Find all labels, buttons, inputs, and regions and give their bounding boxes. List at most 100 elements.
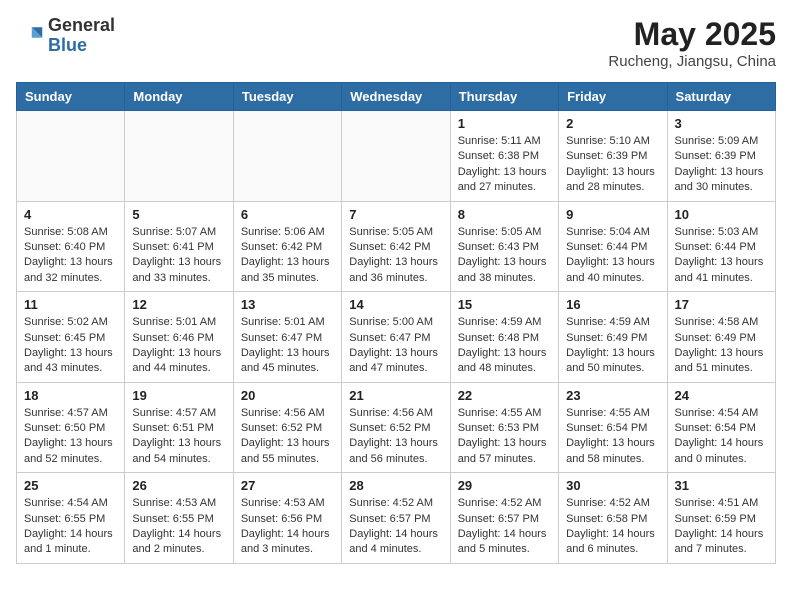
calendar-week-row: 11Sunrise: 5:02 AM Sunset: 6:45 PM Dayli… <box>17 292 776 383</box>
calendar-cell: 31 Sunrise: 4:51 AM Sunset: 6:59 PM Dayli… <box>667 473 775 564</box>
day-number: 31 <box>675 478 768 493</box>
day-number: 12 <box>132 297 225 312</box>
day-number: 13 <box>241 297 334 312</box>
day-number: 27 <box>241 478 334 493</box>
logo-blue: Blue <box>48 35 87 55</box>
page-header: General Blue May 2025 Rucheng, Jiangsu, … <box>16 16 776 70</box>
calendar-cell: 6 Sunrise: 5:06 AM Sunset: 6:42 PM Daylig… <box>233 201 341 292</box>
day-info: Sunrise: 5:01 AM Sunset: 6:47 PM Dayligh… <box>241 315 334 377</box>
day-info: Sunrise: 4:54 AM Sunset: 6:54 PM Dayligh… <box>675 406 768 468</box>
day-number: 25 <box>24 478 117 493</box>
calendar-cell: 5 Sunrise: 5:07 AM Sunset: 6:41 PM Daylig… <box>125 201 233 292</box>
logo-text: General Blue <box>48 16 115 56</box>
day-number: 15 <box>458 297 551 312</box>
calendar-cell: 20 Sunrise: 4:56 AM Sunset: 6:52 PM Dayli… <box>233 382 341 473</box>
calendar-cell: 10 Sunrise: 5:03 AM Sunset: 6:44 PM Dayli… <box>667 201 775 292</box>
day-number: 1 <box>458 116 551 131</box>
calendar-cell <box>342 111 450 202</box>
calendar-cell: 21 Sunrise: 4:56 AM Sunset: 6:52 PM Dayli… <box>342 382 450 473</box>
day-info: Sunrise: 4:56 AM Sunset: 6:52 PM Dayligh… <box>241 406 334 468</box>
day-number: 3 <box>675 116 768 131</box>
title-block: May 2025 Rucheng, Jiangsu, China <box>608 16 776 70</box>
calendar-cell: 9 Sunrise: 5:04 AM Sunset: 6:44 PM Daylig… <box>559 201 667 292</box>
day-info: Sunrise: 4:57 AM Sunset: 6:51 PM Dayligh… <box>132 406 225 468</box>
day-info: Sunrise: 5:11 AM Sunset: 6:38 PM Dayligh… <box>458 134 551 196</box>
day-info: Sunrise: 4:59 AM Sunset: 6:48 PM Dayligh… <box>458 315 551 377</box>
calendar-cell <box>125 111 233 202</box>
day-info: Sunrise: 4:51 AM Sunset: 6:59 PM Dayligh… <box>675 496 768 558</box>
calendar-cell: 18Sunrise: 4:57 AM Sunset: 6:50 PM Dayli… <box>17 382 125 473</box>
day-info: Sunrise: 5:06 AM Sunset: 6:42 PM Dayligh… <box>241 225 334 287</box>
day-info: Sunrise: 4:57 AM Sunset: 6:50 PM Dayligh… <box>24 406 117 468</box>
calendar-cell: 12 Sunrise: 5:01 AM Sunset: 6:46 PM Dayli… <box>125 292 233 383</box>
calendar-cell: 2 Sunrise: 5:10 AM Sunset: 6:39 PM Daylig… <box>559 111 667 202</box>
calendar-cell: 19Sunrise: 4:57 AM Sunset: 6:51 PM Dayli… <box>125 382 233 473</box>
day-info: Sunrise: 4:54 AM Sunset: 6:55 PM Dayligh… <box>24 496 117 558</box>
day-info: Sunrise: 4:55 AM Sunset: 6:54 PM Dayligh… <box>566 406 659 468</box>
calendar-week-row: 25 Sunrise: 4:54 AM Sunset: 6:55 PM Dayli… <box>17 473 776 564</box>
day-number: 14 <box>349 297 442 312</box>
day-number: 4 <box>24 207 117 222</box>
calendar-cell: 3Sunrise: 5:09 AM Sunset: 6:39 PM Daylig… <box>667 111 775 202</box>
calendar-cell: 17Sunrise: 4:58 AM Sunset: 6:49 PM Dayli… <box>667 292 775 383</box>
day-number: 29 <box>458 478 551 493</box>
day-number: 16 <box>566 297 659 312</box>
day-number: 20 <box>241 388 334 403</box>
calendar-cell: 15 Sunrise: 4:59 AM Sunset: 6:48 PM Dayli… <box>450 292 558 383</box>
location: Rucheng, Jiangsu, China <box>608 53 776 70</box>
weekday-header: Saturday <box>667 83 775 111</box>
calendar-table: SundayMondayTuesdayWednesdayThursdayFrid… <box>16 82 776 564</box>
calendar-cell: 7Sunrise: 5:05 AM Sunset: 6:42 PM Daylig… <box>342 201 450 292</box>
day-info: Sunrise: 4:53 AM Sunset: 6:56 PM Dayligh… <box>241 496 334 558</box>
calendar-cell: 13 Sunrise: 5:01 AM Sunset: 6:47 PM Dayli… <box>233 292 341 383</box>
day-info: Sunrise: 4:55 AM Sunset: 6:53 PM Dayligh… <box>458 406 551 468</box>
weekday-header: Tuesday <box>233 83 341 111</box>
day-number: 23 <box>566 388 659 403</box>
day-number: 30 <box>566 478 659 493</box>
day-number: 2 <box>566 116 659 131</box>
day-info: Sunrise: 5:01 AM Sunset: 6:46 PM Dayligh… <box>132 315 225 377</box>
calendar-cell: 14Sunrise: 5:00 AM Sunset: 6:47 PM Dayli… <box>342 292 450 383</box>
day-info: Sunrise: 5:07 AM Sunset: 6:41 PM Dayligh… <box>132 225 225 287</box>
day-number: 8 <box>458 207 551 222</box>
calendar-cell: 27 Sunrise: 4:53 AM Sunset: 6:56 PM Dayli… <box>233 473 341 564</box>
weekday-header: Thursday <box>450 83 558 111</box>
calendar-cell: 24Sunrise: 4:54 AM Sunset: 6:54 PM Dayli… <box>667 382 775 473</box>
day-info: Sunrise: 5:05 AM Sunset: 6:42 PM Dayligh… <box>349 225 442 287</box>
day-number: 21 <box>349 388 442 403</box>
calendar-week-row: 4Sunrise: 5:08 AM Sunset: 6:40 PM Daylig… <box>17 201 776 292</box>
day-info: Sunrise: 4:56 AM Sunset: 6:52 PM Dayligh… <box>349 406 442 468</box>
day-number: 10 <box>675 207 768 222</box>
logo: General Blue <box>16 16 115 56</box>
calendar-cell: 26Sunrise: 4:53 AM Sunset: 6:55 PM Dayli… <box>125 473 233 564</box>
calendar-cell: 11Sunrise: 5:02 AM Sunset: 6:45 PM Dayli… <box>17 292 125 383</box>
weekday-header: Monday <box>125 83 233 111</box>
day-info: Sunrise: 5:05 AM Sunset: 6:43 PM Dayligh… <box>458 225 551 287</box>
calendar-cell: 16 Sunrise: 4:59 AM Sunset: 6:49 PM Dayli… <box>559 292 667 383</box>
day-info: Sunrise: 5:03 AM Sunset: 6:44 PM Dayligh… <box>675 225 768 287</box>
calendar-week-row: 1 Sunrise: 5:11 AM Sunset: 6:38 PM Daylig… <box>17 111 776 202</box>
calendar-cell <box>17 111 125 202</box>
day-info: Sunrise: 4:52 AM Sunset: 6:57 PM Dayligh… <box>458 496 551 558</box>
day-number: 9 <box>566 207 659 222</box>
calendar-cell: 29 Sunrise: 4:52 AM Sunset: 6:57 PM Dayli… <box>450 473 558 564</box>
day-number: 6 <box>241 207 334 222</box>
day-info: Sunrise: 4:53 AM Sunset: 6:55 PM Dayligh… <box>132 496 225 558</box>
day-info: Sunrise: 4:59 AM Sunset: 6:49 PM Dayligh… <box>566 315 659 377</box>
logo-icon <box>16 22 44 50</box>
day-info: Sunrise: 4:58 AM Sunset: 6:49 PM Dayligh… <box>675 315 768 377</box>
calendar-cell: 28Sunrise: 4:52 AM Sunset: 6:57 PM Dayli… <box>342 473 450 564</box>
day-info: Sunrise: 5:10 AM Sunset: 6:39 PM Dayligh… <box>566 134 659 196</box>
weekday-header-row: SundayMondayTuesdayWednesdayThursdayFrid… <box>17 83 776 111</box>
logo-general: General <box>48 15 115 35</box>
day-number: 28 <box>349 478 442 493</box>
day-number: 5 <box>132 207 225 222</box>
weekday-header: Sunday <box>17 83 125 111</box>
calendar-week-row: 18Sunrise: 4:57 AM Sunset: 6:50 PM Dayli… <box>17 382 776 473</box>
weekday-header: Friday <box>559 83 667 111</box>
calendar-cell: 22Sunrise: 4:55 AM Sunset: 6:53 PM Dayli… <box>450 382 558 473</box>
calendar-cell: 23 Sunrise: 4:55 AM Sunset: 6:54 PM Dayli… <box>559 382 667 473</box>
day-info: Sunrise: 5:04 AM Sunset: 6:44 PM Dayligh… <box>566 225 659 287</box>
calendar-cell: 25 Sunrise: 4:54 AM Sunset: 6:55 PM Dayli… <box>17 473 125 564</box>
day-info: Sunrise: 5:02 AM Sunset: 6:45 PM Dayligh… <box>24 315 117 377</box>
